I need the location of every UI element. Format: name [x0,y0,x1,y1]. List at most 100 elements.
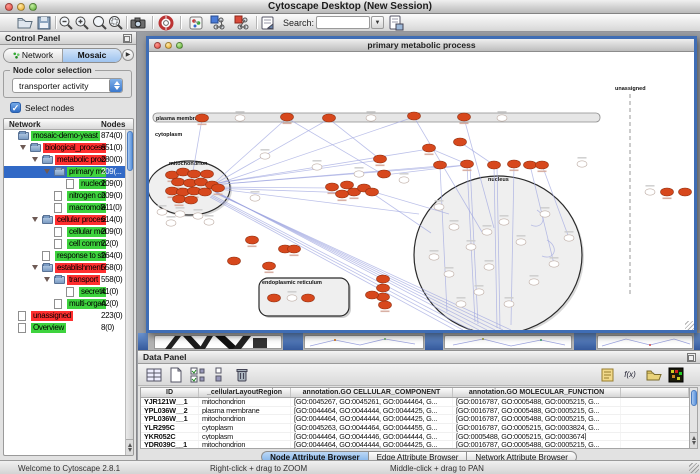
network-node[interactable] [287,295,297,301]
network-node[interactable] [341,181,354,189]
table-row[interactable]: YDR039C__1mitochondrion[GO:0044464, GO:0… [141,441,689,449]
network-node[interactable] [474,289,484,295]
network-edge[interactable] [211,165,467,185]
node-color-select[interactable]: transporter activity [12,78,123,93]
network-node[interactable] [377,275,390,283]
network-node[interactable] [434,161,447,169]
network-node[interactable] [484,264,494,270]
table-row[interactable]: YLR295Ccytoplasm[GO:0045263, GO:0044464,… [141,424,689,433]
network-node[interactable] [173,195,186,203]
window-fragment[interactable] [694,333,700,350]
network-node[interactable] [564,235,574,241]
network-node[interactable] [268,294,281,302]
tab-overflow-button[interactable]: ▶ [122,49,134,61]
network-node[interactable] [378,170,391,178]
network-node[interactable] [454,138,467,146]
network-node[interactable] [449,224,459,230]
network-edge[interactable] [372,193,431,233]
expand-triangle-icon[interactable] [32,265,38,270]
import-network-icon[interactable] [210,15,226,31]
network-node[interactable] [336,190,349,198]
tree-row[interactable]: multi-organism pro42(0) [4,298,125,310]
snapshot-camera-icon[interactable] [130,15,146,31]
network-node[interactable] [549,261,559,267]
network-node[interactable] [199,188,212,196]
tree-scrollbar-arrows[interactable] [126,439,134,455]
table-row[interactable]: YJR121W__1mitochondrion[GO:0045267, GO:0… [141,398,689,407]
tree-row[interactable]: Overview8(0) [4,322,125,334]
network-node[interactable] [488,161,501,169]
network-canvas[interactable]: plasma membranecytoplasmmitochondrionnuc… [149,52,694,330]
network-node[interactable] [661,188,674,196]
tab-mosaic[interactable]: Mosaic [63,49,121,62]
column-header[interactable]: annotation.GO MOLECULAR_FUNCTION [453,388,621,397]
tree-row[interactable]: primary metabo209(... [4,166,125,178]
view-resize-grip[interactable] [685,321,694,330]
network-edge[interactable] [211,118,287,186]
annotation-note-icon[interactable] [600,367,616,383]
attribute-table-icon[interactable] [146,367,162,383]
network-node[interactable] [377,284,390,292]
open-icon[interactable] [17,15,33,31]
expand-triangle-icon[interactable] [20,145,26,150]
attribute-table[interactable]: ID_cellularLayoutRegionannotation.GO CEL… [140,387,690,449]
tree-row[interactable]: response to stimulu264(0) [4,250,125,262]
network-node[interactable] [379,301,392,309]
tab-network[interactable]: Network [4,49,63,62]
window-fragment[interactable] [283,333,303,350]
network-node[interactable] [185,196,198,204]
network-node[interactable] [263,262,276,270]
table-scrollbar-thumb[interactable] [691,390,697,406]
network-node[interactable] [204,219,214,225]
network-node[interactable] [250,195,260,201]
tree-row[interactable]: mosaic-demo-yeast874(0) [4,130,125,142]
save-icon[interactable] [36,15,52,31]
tree-row[interactable]: unassigned223(0) [4,310,125,322]
tree-scrollbar[interactable] [125,130,133,455]
window-fragment[interactable] [597,335,693,349]
network-node[interactable] [281,113,294,121]
network-node[interactable] [466,244,476,250]
network-node[interactable] [246,236,259,244]
search-input[interactable] [316,16,370,29]
tree-row[interactable]: secretion41(0) [4,286,125,298]
tree-row[interactable]: transport558(0) [4,274,125,286]
compartment-plasma-membrane[interactable] [153,113,600,122]
network-node[interactable] [399,177,409,183]
table-scrollbar-arrows[interactable] [690,432,697,448]
network-node[interactable] [166,220,176,226]
network-edge[interactable] [329,119,381,160]
network-node[interactable] [429,254,439,260]
network-node[interactable] [540,211,550,217]
import-table-icon[interactable] [234,15,250,31]
network-node[interactable] [645,189,655,195]
zoom-in-icon[interactable] [74,15,90,31]
import-attributes-icon[interactable] [646,367,662,383]
network-node[interactable] [212,184,225,192]
help-lifering-icon[interactable] [158,15,174,31]
network-node[interactable] [260,153,270,159]
matrix-icon[interactable] [668,367,684,383]
tree-row[interactable]: macromolecule311(0) [4,202,125,214]
network-node[interactable] [456,301,466,307]
network-node[interactable] [508,160,521,168]
network-node[interactable] [201,170,214,178]
network-node[interactable] [302,294,315,302]
column-header[interactable]: annotation.GO CELLULAR_COMPONENT [291,388,453,397]
unselect-attributes-icon[interactable] [212,367,228,383]
network-node[interactable] [172,178,185,186]
table-row[interactable]: YPL036W__1mitochondrion[GO:0044464, GO:0… [141,415,689,424]
configure-search-icon[interactable] [388,15,404,31]
window-fragment[interactable] [138,333,148,350]
tree-row[interactable]: biological_process651(0) [4,142,125,154]
network-node[interactable] [423,144,436,152]
column-header[interactable]: _cellularLayoutRegion [199,388,291,397]
network-node[interactable] [434,204,444,210]
expand-triangle-icon[interactable] [44,277,50,282]
float-data-panel-icon[interactable] [687,353,696,362]
zoom-fit-icon[interactable] [92,15,108,31]
network-node[interactable] [408,112,421,120]
new-attribute-icon[interactable] [168,367,184,383]
network-node[interactable] [499,219,509,225]
column-header[interactable]: ID [141,388,199,397]
